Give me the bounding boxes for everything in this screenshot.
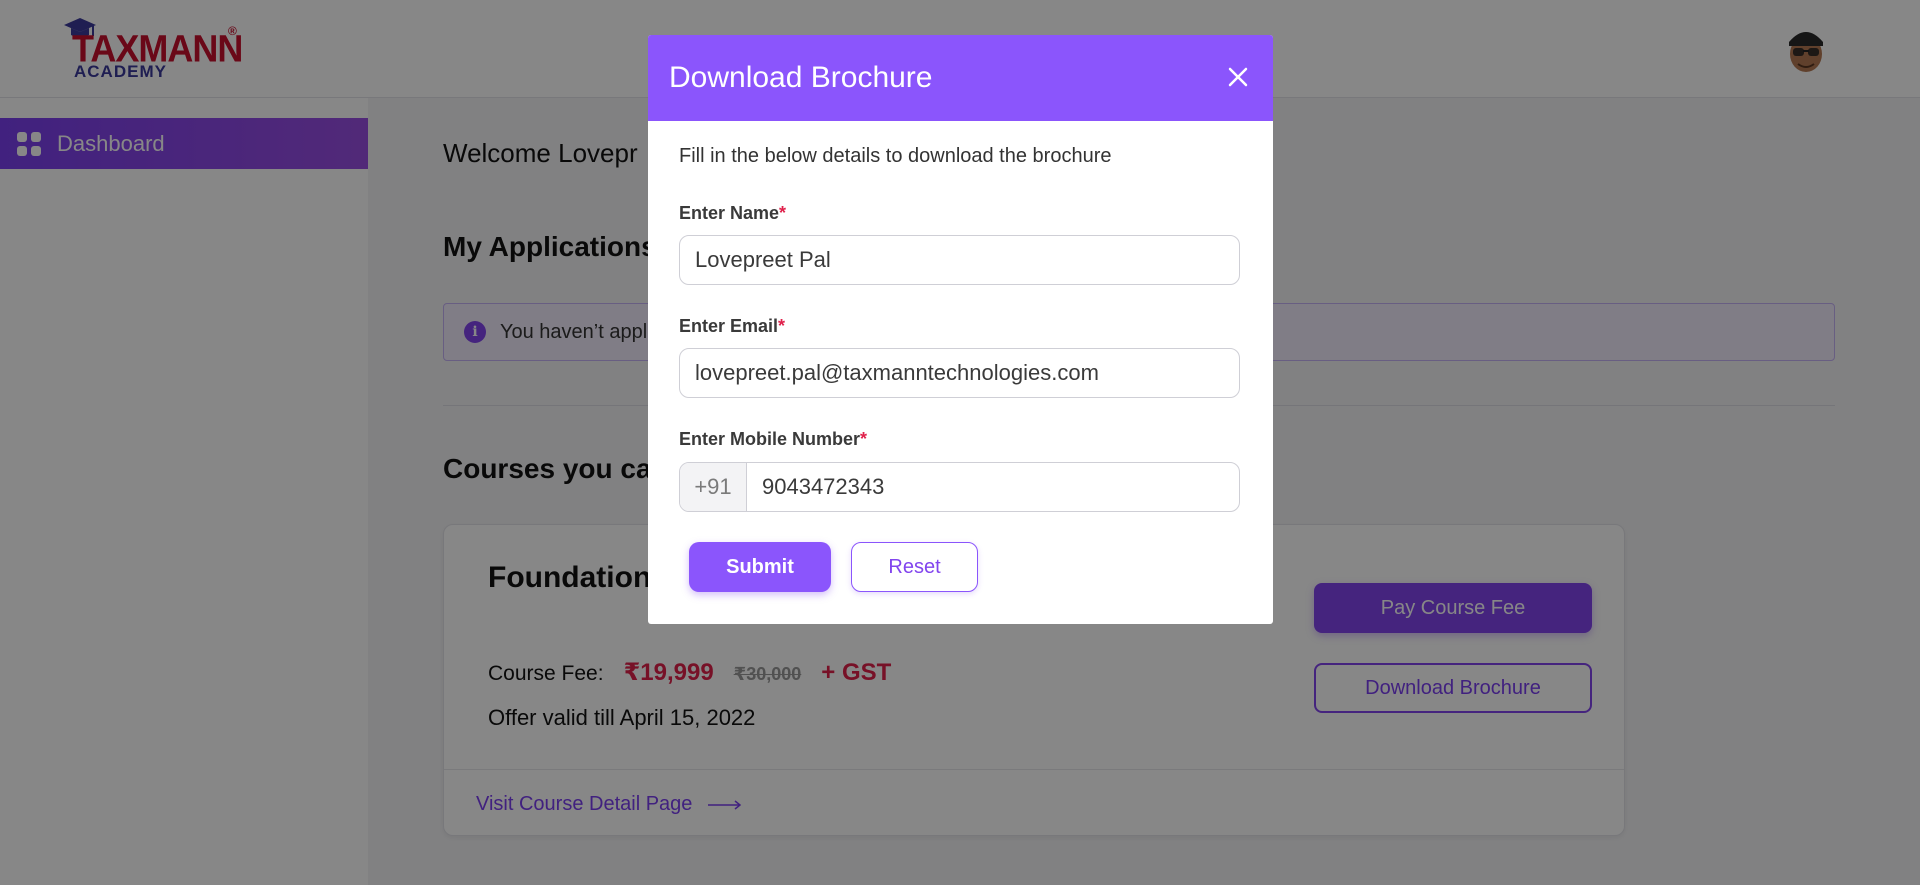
mobile-field-label: Enter Mobile Number* — [679, 429, 867, 450]
name-input[interactable]: Lovepreet Pal — [679, 235, 1240, 285]
submit-button[interactable]: Submit — [689, 542, 831, 592]
modal-header: Download Brochure — [648, 35, 1273, 121]
mobile-label-text: Enter Mobile Number — [679, 429, 861, 449]
name-input-value: Lovepreet Pal — [695, 247, 831, 272]
email-input[interactable]: lovepreet.pal@taxmanntechnologies.com — [679, 348, 1240, 398]
required-asterisk: * — [860, 429, 868, 449]
reset-button[interactable]: Reset — [851, 542, 978, 592]
name-label-text: Enter Name — [679, 203, 780, 223]
email-input-value: lovepreet.pal@taxmanntechnologies.com — [695, 360, 1099, 385]
email-label-text: Enter Email — [679, 316, 779, 336]
download-brochure-modal: Download Brochure Fill in the below deta… — [648, 35, 1273, 624]
modal-title: Download Brochure — [669, 61, 933, 94]
email-field-label: Enter Email* — [679, 316, 785, 337]
country-code-prefix: +91 — [680, 463, 747, 511]
required-asterisk: * — [778, 316, 786, 336]
close-icon[interactable] — [1220, 59, 1256, 95]
mobile-number-input[interactable]: 9043472343 — [747, 463, 1239, 511]
mobile-input-value: 9043472343 — [762, 474, 885, 499]
required-asterisk: * — [779, 203, 787, 223]
name-field-label: Enter Name* — [679, 203, 786, 224]
modal-intro-text: Fill in the below details to download th… — [679, 145, 1112, 167]
mobile-number-field: +91 9043472343 — [679, 462, 1240, 512]
